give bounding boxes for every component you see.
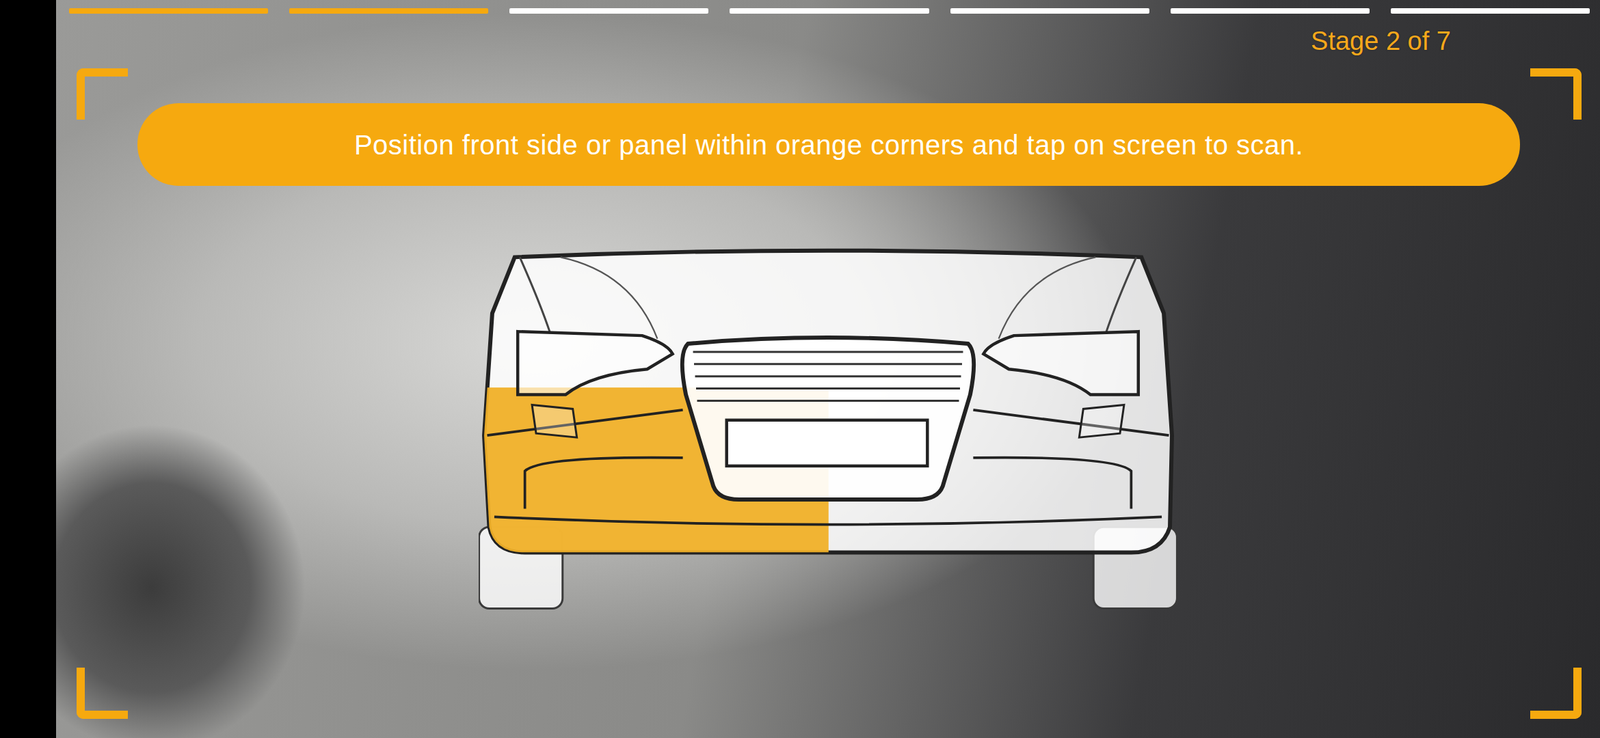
corner-top-left	[76, 68, 128, 120]
screen: Stage 2 of 7 Position front side or pane…	[0, 0, 1600, 738]
stage-progress	[69, 8, 1590, 14]
diagram-wrap	[56, 242, 1600, 610]
progress-segment	[69, 8, 269, 14]
stage-row: Stage 2 of 7	[56, 25, 1600, 57]
progress-segment	[289, 8, 489, 14]
camera-view[interactable]: Stage 2 of 7 Position front side or pane…	[56, 0, 1600, 738]
car-front-diagram-icon	[478, 242, 1178, 610]
stage-label: Stage 2 of 7	[1310, 25, 1451, 57]
instruction-banner: Position front side or panel within oran…	[137, 103, 1520, 186]
left-strip	[0, 0, 57, 738]
progress-segment	[729, 8, 929, 14]
progress-segment	[1390, 8, 1590, 14]
corner-bottom-right	[1530, 668, 1582, 720]
instruction-text: Position front side or panel within oran…	[354, 128, 1304, 162]
progress-segment	[950, 8, 1150, 14]
corner-top-right	[1530, 68, 1582, 120]
progress-segment	[1170, 8, 1370, 14]
progress-segment	[509, 8, 709, 14]
corner-bottom-left	[76, 668, 128, 720]
